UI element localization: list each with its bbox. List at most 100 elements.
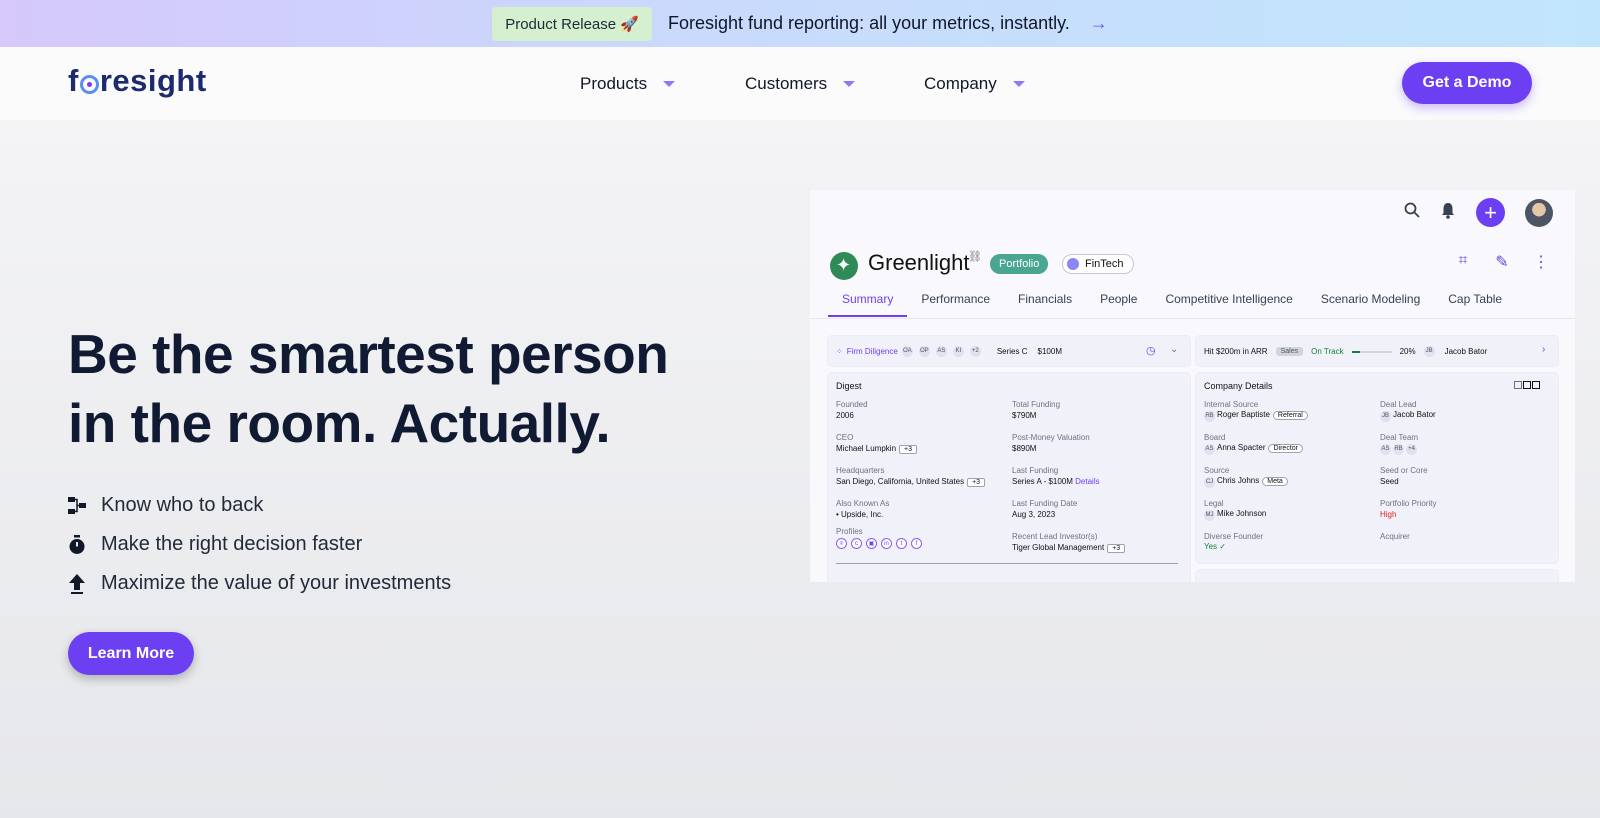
clock-icon: ◷ <box>1146 345 1156 357</box>
feature-item: Maximize the value of your investments <box>68 572 451 595</box>
digest-title: Digest <box>836 381 862 391</box>
stopwatch-icon <box>68 534 86 555</box>
logo-eye-icon <box>79 74 99 94</box>
nav-company-label: Company <box>924 74 997 93</box>
learn-more-button[interactable]: Learn More <box>68 632 194 675</box>
founded-label: Founded <box>836 400 868 409</box>
last-funding-value: Series A - $100M Details <box>1012 477 1100 486</box>
initials-more-badge: +2 <box>969 346 981 357</box>
acquirer-label: Acquirer <box>1380 532 1410 541</box>
divider <box>836 563 1178 564</box>
pitchbook-icon: ▣ <box>866 538 877 549</box>
arrow-up-icon <box>68 573 86 594</box>
get-demo-button[interactable]: Get a Demo <box>1402 62 1532 104</box>
initials-badge: OA <box>901 346 913 357</box>
referral-chip: Referral <box>1272 411 1308 420</box>
feature-item: Make the right decision faster <box>68 533 362 556</box>
product-release-badge: Product Release 🚀 <box>492 6 652 41</box>
product-screenshot: + Greenlight ⛓ Portfolio FinTech ⌗ ✎ ⋮ S… <box>810 190 1575 582</box>
profile-link-icon: ⌾ <box>836 538 847 549</box>
nav-customers[interactable]: Customers <box>745 74 856 94</box>
search-icon <box>1404 202 1420 223</box>
crunchbase-icon: c <box>851 538 862 549</box>
chevron-down-icon <box>843 81 856 87</box>
legal-value: MJ Mike Johnson <box>1204 509 1266 521</box>
feature-label: Make the right decision faster <box>101 533 363 555</box>
facebook-icon: f <box>911 538 922 549</box>
diverse-founder-label: Diverse Founder <box>1204 532 1264 541</box>
tab-competitive-intelligence: Competitive Intelligence <box>1165 292 1293 306</box>
amount-label: $100M <box>1037 347 1062 356</box>
board-value: AS Anna Spacter Director <box>1204 443 1303 455</box>
goal-label: Hit $200m in ARR <box>1204 347 1268 356</box>
ceo-name: Michael Lumpkin <box>836 444 897 453</box>
mockup-tabs: Summary Performance Financials People Co… <box>828 288 1516 317</box>
chevron-down-icon: ⌄ <box>1170 344 1179 355</box>
company-details-title: Company Details <box>1204 381 1273 391</box>
deal-team-value: AS RB +4 <box>1380 443 1419 455</box>
chevron-down-icon <box>663 81 676 87</box>
view-option-icon <box>1532 381 1540 389</box>
view-option-icon <box>1523 381 1531 389</box>
headquarters-label: Headquarters <box>836 466 885 475</box>
founded-value: 2006 <box>836 411 854 420</box>
tab-people: People <box>1100 292 1138 306</box>
feature-item: Know who to back <box>68 494 263 517</box>
deal-lead-name: Jacob Bator <box>1393 410 1436 419</box>
add-icon: + <box>1476 198 1505 227</box>
internal-source-name: Roger Baptiste <box>1217 410 1270 419</box>
lead-investor-label: Recent Lead Investor(s) <box>1012 532 1098 541</box>
seed-label: Seed or Core <box>1380 466 1428 475</box>
lead-more-chip: +3 <box>1107 544 1126 553</box>
decision-tree-icon <box>68 496 86 516</box>
arrow-right-icon[interactable]: → <box>1090 13 1108 34</box>
director-chip: Director <box>1268 444 1303 453</box>
view-toggle <box>1514 381 1540 389</box>
linkedin-icon: in <box>881 538 892 549</box>
source-label: Source <box>1204 466 1230 475</box>
mockup-top-icons: + <box>1404 198 1553 227</box>
initials-badge: OP <box>918 346 930 357</box>
internal-source-value: RB Roger Baptiste Referral <box>1204 410 1308 422</box>
top-nav: f resight Products Customers Company Get … <box>0 47 1600 120</box>
tab-cap-table: Cap Table <box>1448 292 1503 306</box>
person-initials: RB <box>1204 411 1215 422</box>
details-link: Details <box>1075 477 1100 486</box>
nav-customers-label: Customers <box>745 74 828 93</box>
nav-company[interactable]: Company <box>924 74 1025 94</box>
avatar <box>1525 198 1553 227</box>
progress-label: 20% <box>1399 347 1416 356</box>
hq-more-chip: +3 <box>967 478 986 487</box>
chevron-down-icon <box>1012 81 1025 87</box>
priority-value: High <box>1380 510 1397 519</box>
last-funding-date-value: Aug 3, 2023 <box>1012 510 1056 519</box>
priority-label: Portfolio Priority <box>1380 499 1437 508</box>
bell-icon <box>1440 202 1456 224</box>
profile-links: ⌾ c ▣ in t f <box>836 538 924 549</box>
last-funding-round: Series A - $100M <box>1012 477 1073 486</box>
foresight-logo[interactable]: f resight <box>68 63 207 99</box>
source-name: Chris Johns <box>1217 476 1260 485</box>
progress-bar <box>1351 350 1392 353</box>
twitter-icon: t <box>896 538 907 549</box>
series-label: Series C <box>996 347 1028 356</box>
company-name: Greenlight <box>868 250 970 275</box>
digest-card: Digest Founded 2006 CEO Michael Lumpkin +… <box>828 373 1190 582</box>
announcement-bar[interactable]: Product Release 🚀 Foresight fund reporti… <box>0 0 1600 47</box>
fintech-tag-label: FinTech <box>1085 258 1124 270</box>
source-value: CJ Chris Johns Meta <box>1204 476 1288 488</box>
fintech-dot-icon <box>1067 258 1079 270</box>
aka-value: • Upside, Inc. <box>836 510 884 519</box>
hq-name: San Diego, California, United States <box>836 477 965 486</box>
headquarters-value: San Diego, California, United States +3 <box>836 477 986 487</box>
announcement-message[interactable]: Foresight fund reporting: all your metri… <box>668 13 1070 34</box>
legal-name: Mike Johnson <box>1217 509 1267 518</box>
more-vertical-icon: ⋮ <box>1533 254 1549 271</box>
progress-fill <box>1351 350 1360 353</box>
seed-value: Seed <box>1380 477 1399 486</box>
nav-products[interactable]: Products <box>580 74 676 94</box>
company-details-card: Company Details Internal Source RB Roger … <box>1196 373 1558 563</box>
on-track-status: On Track <box>1311 347 1344 356</box>
tab-financials: Financials <box>1018 292 1073 306</box>
diverse-founder-value: Yes ✓ <box>1204 542 1226 551</box>
